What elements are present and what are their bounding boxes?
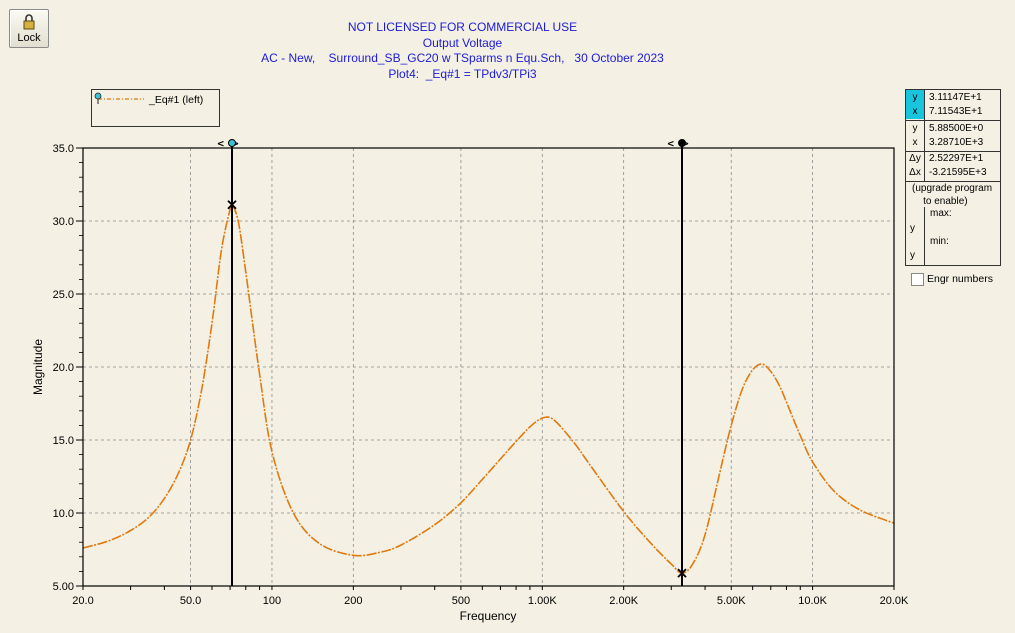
cursors[interactable]: <><>	[217, 137, 696, 586]
axis-ticks: 20.0 50.0 100 200 500 1.00K 2.00K 5.00K 10.0K 20.…	[53, 143, 909, 607]
y-tick-label: 5.00	[53, 581, 74, 593]
y-axis-label: Magnitude	[31, 339, 45, 395]
x-tick-label: 2.00K	[609, 595, 638, 607]
x-tick-label: 500	[452, 595, 470, 607]
y-tick-label: 25.0	[53, 289, 74, 301]
y-tick-label: 10.0	[53, 508, 74, 520]
magnitude-chart[interactable]: 20.0 50.0 100 200 500 1.00K 2.00K 5.00K 10.0K 20.…	[0, 0, 1015, 633]
y-tick-label: 35.0	[53, 143, 74, 155]
x-tick-label: 200	[344, 595, 362, 607]
x-tick-label: 20.0K	[880, 595, 909, 607]
y-tick-label: 20.0	[53, 362, 74, 374]
grid	[83, 148, 894, 586]
x-tick-label: 100	[263, 595, 281, 607]
x-tick-label: 1.00K	[528, 595, 557, 607]
x-tick-label: 5.00K	[717, 595, 746, 607]
y-tick-label: 15.0	[53, 435, 74, 447]
cursor1-handle[interactable]	[227, 139, 236, 147]
x-tick-label: 20.0	[72, 595, 93, 607]
x-tick-label: 10.0K	[798, 595, 827, 607]
x-tick-label: 50.0	[180, 595, 201, 607]
cursor2-handle[interactable]	[678, 139, 686, 147]
y-tick-label: 30.0	[53, 216, 74, 228]
series-line-eq1	[82, 202, 895, 574]
x-axis-label: Frequency	[460, 609, 517, 623]
